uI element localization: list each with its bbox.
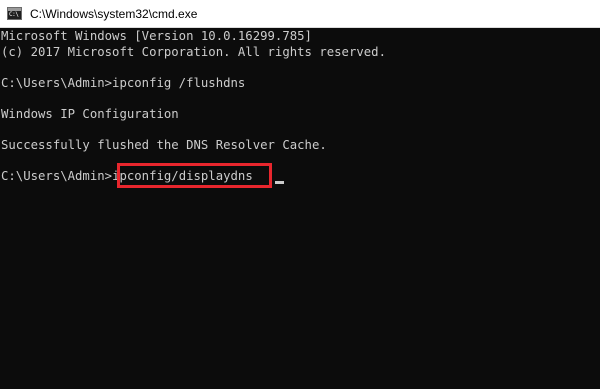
console-line: (c) 2017 Microsoft Corporation. All righ… <box>1 45 386 59</box>
text-cursor <box>275 181 284 184</box>
command-prompt-window: C:\ C:\Windows\system32\cmd.exe Microsof… <box>0 0 600 389</box>
cmd-icon-glyph: C:\ <box>9 11 19 18</box>
title-bar[interactable]: C:\ C:\Windows\system32\cmd.exe <box>0 0 600 28</box>
console-line: Windows IP Configuration <box>1 107 179 121</box>
command-highlight-box <box>117 163 272 188</box>
console-line: C:\Users\Admin>ipconfig /flushdns <box>1 76 246 90</box>
cmd-icon: C:\ <box>7 7 22 20</box>
window-title: C:\Windows\system32\cmd.exe <box>30 7 198 21</box>
console-line: Microsoft Windows [Version 10.0.16299.78… <box>1 29 312 43</box>
console-line: Successfully flushed the DNS Resolver Ca… <box>1 138 327 152</box>
current-prompt: C:\Users\Admin> <box>1 169 113 183</box>
console-output[interactable]: Microsoft Windows [Version 10.0.16299.78… <box>0 28 600 389</box>
